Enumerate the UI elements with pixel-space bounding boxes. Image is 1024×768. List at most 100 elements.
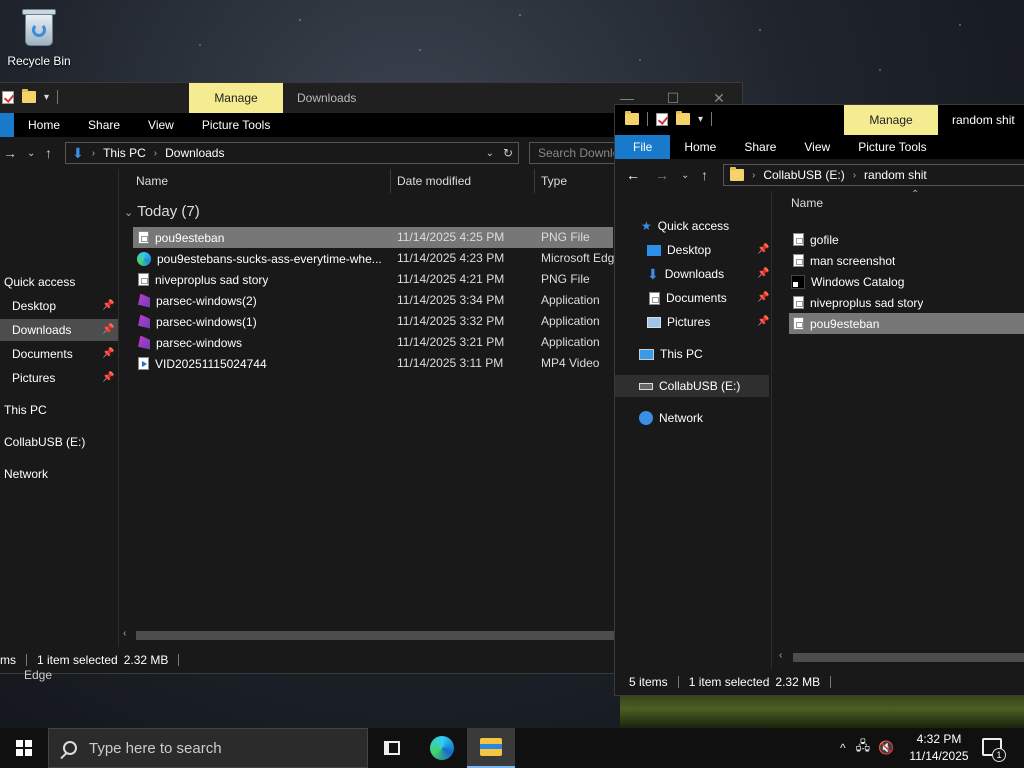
column-date-modified[interactable]: Date modified — [397, 169, 471, 193]
forward-arrow-icon[interactable]: → — [3, 145, 17, 161]
nav-network[interactable]: Network — [4, 463, 48, 485]
column-name[interactable]: Name — [136, 169, 168, 193]
breadcrumb-downloads[interactable]: Downloads — [165, 146, 224, 160]
tab-picture-tools[interactable]: Picture Tools — [188, 113, 284, 137]
nav-downloads[interactable]: Downloads — [0, 319, 118, 341]
manage-tab[interactable]: Manage — [844, 105, 938, 135]
file-row[interactable]: niveproplus sad story 11/14/2025 4:21 PM… — [133, 269, 613, 290]
new-folder-icon[interactable] — [22, 89, 36, 103]
network-icon[interactable]: 🖧 — [856, 737, 871, 759]
new-folder-icon[interactable] — [676, 111, 690, 125]
breadcrumb-this-pc[interactable]: This PC — [103, 146, 146, 160]
nav-quick-access[interactable]: Quick access — [4, 271, 75, 293]
nav-network[interactable]: Network — [639, 407, 703, 429]
pane-divider[interactable] — [771, 191, 772, 669]
file-row[interactable]: parsec-windows(2) 11/14/2025 3:34 PM App… — [133, 290, 613, 311]
png-file-icon — [793, 317, 804, 330]
folder-icon — [730, 167, 744, 181]
horizontal-scrollbar[interactable]: ‹ — [773, 649, 1024, 665]
file-type: Application — [541, 335, 600, 349]
column-name[interactable]: Name — [791, 191, 823, 215]
computer-icon — [639, 348, 654, 360]
up-arrow-icon[interactable]: ↑ — [701, 167, 708, 183]
nav-pictures[interactable]: Pictures — [647, 311, 710, 333]
file-row[interactable]: parsec-windows 11/14/2025 3:21 PM Applic… — [133, 332, 613, 353]
file-row[interactable]: man screenshot — [787, 250, 1024, 271]
tab-share[interactable]: Share — [74, 113, 134, 137]
nav-desktop[interactable]: Desktop — [647, 239, 711, 261]
nav-documents[interactable]: Documents — [12, 343, 73, 365]
address-bar[interactable]: ⬇ › This PC › Downloads ⌄ ↻ — [65, 142, 519, 164]
recent-locations-icon[interactable]: ⌄ — [681, 170, 689, 181]
tab-view[interactable]: View — [134, 113, 188, 137]
folder-icon — [625, 111, 639, 125]
nav-desktop[interactable]: Desktop — [12, 295, 56, 317]
file-row[interactable]: pou9esteban 11/14/2025 4:25 PM PNG File — [133, 227, 613, 248]
scroll-left-icon[interactable]: ‹ — [779, 650, 782, 661]
nav-downloads[interactable]: ⬇ Downloads — [647, 263, 724, 285]
tab-home[interactable]: Home — [14, 113, 74, 137]
tab-file[interactable]: File — [615, 135, 671, 159]
file-list: Name Date modified Type ⌄ Today (7) pou9e… — [119, 169, 619, 647]
nav-pictures[interactable]: Pictures — [12, 367, 55, 389]
scrollbar-thumb[interactable] — [136, 631, 616, 640]
nav-collabusb[interactable]: CollabUSB (E:) — [4, 431, 85, 453]
properties-icon[interactable] — [656, 112, 668, 126]
customize-toolbar-icon[interactable]: ▾ — [44, 92, 49, 103]
nav-this-pc[interactable]: This PC — [4, 399, 47, 421]
tab-file[interactable] — [0, 113, 14, 137]
edge-taskbar-button[interactable] — [418, 728, 466, 768]
nav-collabusb[interactable]: CollabUSB (E:) — [615, 375, 769, 397]
file-explorer-taskbar-button[interactable] — [467, 728, 515, 768]
manage-tab[interactable]: Manage — [189, 83, 283, 113]
start-button[interactable] — [0, 728, 48, 768]
refresh-icon[interactable]: ↻ — [503, 146, 513, 160]
tab-view[interactable]: View — [790, 135, 844, 159]
recycle-bin-shortcut[interactable]: Recycle Bin — [4, 6, 74, 68]
nav-quick-access[interactable]: ★ Quick access — [641, 215, 729, 237]
column-divider[interactable] — [534, 169, 535, 193]
breadcrumb-collabusb[interactable]: CollabUSB (E:) — [763, 168, 844, 182]
file-row[interactable]: pou9esteban — [789, 313, 1024, 334]
clock[interactable]: 4:32 PM 11/14/2025 — [900, 731, 978, 765]
chevron-up-icon[interactable]: ^ — [840, 741, 846, 755]
horizontal-scrollbar[interactable]: ‹ — [119, 627, 619, 643]
navigation-pane: Quick access Desktop 📌 Downloads 📌 Docum… — [0, 169, 118, 647]
column-divider[interactable] — [390, 169, 391, 193]
file-name: niveproplus sad story — [810, 295, 924, 310]
taskbar-search[interactable]: Type here to search — [48, 728, 368, 768]
file-name: parsec-windows(1) — [156, 314, 257, 329]
file-row[interactable]: VID20251115024744 11/14/2025 3:11 PM MP4… — [133, 353, 613, 374]
group-header[interactable]: ⌄ Today (7) — [124, 203, 200, 220]
breadcrumb-random-shit[interactable]: random shit — [864, 168, 927, 182]
title-bar[interactable]: ▾ Manage random shit — [615, 105, 1024, 135]
column-type[interactable]: Type — [541, 169, 567, 193]
scroll-left-icon[interactable]: ‹ — [123, 628, 126, 639]
properties-icon[interactable] — [2, 90, 14, 104]
address-bar[interactable]: › CollabUSB (E:) › random shit — [723, 164, 1024, 186]
tab-picture-tools[interactable]: Picture Tools — [844, 135, 940, 159]
divider — [647, 112, 648, 126]
recent-locations-icon[interactable]: ⌄ — [27, 148, 35, 159]
file-name: parsec-windows — [156, 335, 243, 350]
file-row[interactable]: pou9estebans-sucks-ass-everytime-whe... … — [133, 248, 614, 269]
customize-toolbar-icon[interactable]: ▾ — [698, 114, 703, 125]
task-view-button[interactable] — [368, 728, 416, 768]
up-arrow-icon[interactable]: ↑ — [45, 145, 52, 161]
tab-share[interactable]: Share — [730, 135, 790, 159]
tab-home[interactable]: Home — [670, 135, 730, 159]
file-row[interactable]: parsec-windows(1) 11/14/2025 3:32 PM App… — [133, 311, 613, 332]
back-arrow-icon[interactable]: ← — [626, 167, 640, 183]
file-explorer-icon — [480, 738, 502, 756]
usb-drive-icon — [639, 382, 653, 390]
file-row[interactable]: Windows Catalog — [787, 271, 1024, 292]
file-list: ⌃ Name gofile man screenshot Windows Cat… — [773, 189, 1024, 669]
volume-muted-icon[interactable]: 🔇 — [878, 740, 894, 756]
file-row[interactable]: niveproplus sad story — [787, 292, 1024, 313]
address-dropdown-icon[interactable]: ⌄ — [486, 148, 494, 159]
nav-this-pc[interactable]: This PC — [639, 343, 703, 365]
file-row[interactable]: gofile — [787, 229, 1024, 250]
scrollbar-thumb[interactable] — [793, 653, 1024, 662]
nav-documents[interactable]: Documents — [649, 287, 727, 309]
forward-arrow-icon[interactable]: → — [655, 167, 669, 183]
